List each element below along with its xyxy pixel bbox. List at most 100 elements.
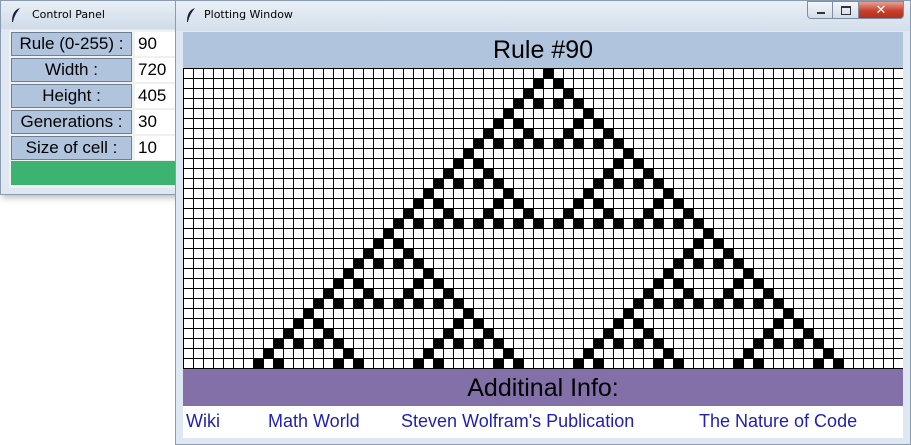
live-cell xyxy=(764,329,773,338)
live-cell xyxy=(654,299,663,308)
minimize-button[interactable] xyxy=(807,1,833,19)
width-label: Width : xyxy=(11,58,132,82)
live-cell xyxy=(634,319,643,328)
live-cell xyxy=(634,159,643,168)
plotting-window-titlebar[interactable]: Plotting Window ✕ xyxy=(176,1,910,31)
live-cell xyxy=(484,329,493,338)
live-cell xyxy=(454,339,463,348)
live-cell xyxy=(654,199,663,208)
live-cell xyxy=(524,129,533,138)
live-cell xyxy=(804,329,813,338)
live-cell xyxy=(664,349,673,358)
cellular-automaton-grid xyxy=(183,68,903,369)
rule-title: Rule #90 xyxy=(183,32,903,68)
live-cell xyxy=(674,299,683,308)
live-cell xyxy=(534,79,543,88)
cell-size-label: Size of cell : xyxy=(11,136,132,160)
live-cell xyxy=(434,359,443,368)
live-cell xyxy=(324,289,333,298)
live-cell xyxy=(374,259,383,268)
live-cell xyxy=(484,129,493,138)
live-cell xyxy=(514,199,523,208)
live-cell xyxy=(444,169,453,178)
live-cell xyxy=(514,119,523,128)
live-cell xyxy=(644,329,653,338)
plotting-window-title: Plotting Window xyxy=(204,8,293,21)
nature-of-code-link[interactable]: The Nature of Code xyxy=(699,411,857,432)
live-cell xyxy=(744,349,753,358)
live-cell xyxy=(434,299,443,308)
height-label: Height : xyxy=(11,84,132,108)
live-cell xyxy=(574,199,583,208)
live-cell xyxy=(554,139,563,148)
live-cell xyxy=(504,109,513,118)
live-cell xyxy=(644,289,653,298)
live-cell xyxy=(394,299,403,308)
generate-button[interactable] xyxy=(11,161,199,185)
live-cell xyxy=(584,349,593,358)
live-cell xyxy=(514,219,523,228)
control-panel-window: Control Panel Rule (0-255) : 90 Width : … xyxy=(0,0,200,195)
maximize-button[interactable] xyxy=(833,1,859,19)
live-cell xyxy=(764,289,773,298)
live-cell xyxy=(594,339,603,348)
live-cell xyxy=(534,139,543,148)
wiki-link[interactable]: Wiki xyxy=(186,411,220,432)
live-cell xyxy=(494,339,503,348)
wolfram-publication-link[interactable]: Steven Wolfram's Publication xyxy=(401,411,634,432)
live-cell xyxy=(614,159,623,168)
live-cell xyxy=(664,189,673,198)
live-cell xyxy=(374,299,383,308)
live-cell xyxy=(454,159,463,168)
live-cell xyxy=(614,339,623,348)
live-cell xyxy=(714,299,723,308)
height-row: Height : 405 xyxy=(9,84,199,110)
close-icon: ✕ xyxy=(875,3,887,18)
generations-label: Generations : xyxy=(11,110,132,134)
live-cell xyxy=(694,219,703,228)
live-cell xyxy=(654,179,663,188)
live-cell xyxy=(324,329,333,338)
additional-info-heading: Additinal Info: xyxy=(183,369,903,406)
live-cell xyxy=(774,319,783,328)
live-cell xyxy=(444,289,453,298)
live-cell xyxy=(604,129,613,138)
live-cell xyxy=(404,249,413,258)
live-cell xyxy=(314,339,323,348)
control-panel-titlebar[interactable]: Control Panel xyxy=(1,1,199,29)
live-cell xyxy=(704,229,713,238)
close-button[interactable]: ✕ xyxy=(859,1,904,19)
live-cell xyxy=(524,209,533,218)
live-cell xyxy=(344,269,353,278)
live-cell xyxy=(494,219,503,228)
live-cell xyxy=(664,269,673,278)
live-cell xyxy=(684,289,693,298)
live-cell xyxy=(514,99,523,108)
live-cell xyxy=(634,339,643,348)
live-cell xyxy=(314,319,323,328)
live-cell xyxy=(754,299,763,308)
live-cell xyxy=(734,259,743,268)
control-panel-title: Control Panel xyxy=(32,8,105,21)
live-cell xyxy=(644,169,653,178)
live-cell xyxy=(684,209,693,218)
live-cell xyxy=(604,329,613,338)
live-cell xyxy=(414,299,423,308)
live-cell xyxy=(434,219,443,228)
live-cell xyxy=(444,209,453,218)
live-cell xyxy=(624,149,633,158)
live-cell xyxy=(634,219,643,228)
math-world-link[interactable]: Math World xyxy=(268,411,360,432)
live-cell xyxy=(654,219,663,228)
live-cell xyxy=(604,209,613,218)
live-cell xyxy=(474,139,483,148)
live-cell xyxy=(544,69,553,78)
live-cell xyxy=(634,179,643,188)
live-cell xyxy=(554,219,563,228)
cell-size-row: Size of cell : 10 xyxy=(9,136,199,162)
live-cell xyxy=(524,89,533,98)
live-cell xyxy=(594,199,603,208)
live-cell xyxy=(254,359,263,368)
live-cell xyxy=(654,279,663,288)
live-cell xyxy=(574,139,583,148)
